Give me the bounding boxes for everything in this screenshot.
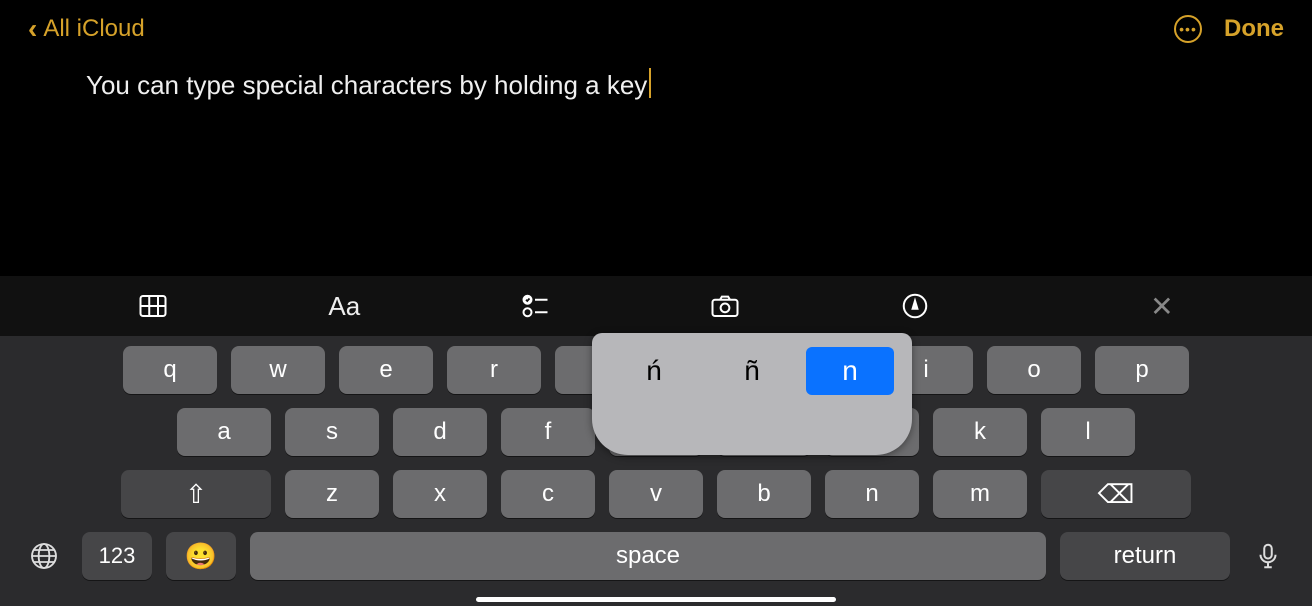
shift-key[interactable]: ⇧ — [121, 470, 271, 518]
key-w[interactable]: w — [231, 346, 325, 394]
key-e[interactable]: e — [339, 346, 433, 394]
emoji-key[interactable]: 😀 — [166, 532, 236, 580]
key-v[interactable]: v — [609, 470, 703, 518]
back-label: All iCloud — [43, 15, 144, 43]
key-l[interactable]: l — [1041, 408, 1135, 456]
key-d[interactable]: d — [393, 408, 487, 456]
globe-icon[interactable] — [20, 532, 68, 580]
numbers-key[interactable]: 123 — [82, 532, 152, 580]
key-m[interactable]: m — [933, 470, 1027, 518]
checklist-icon[interactable] — [520, 286, 550, 326]
key-p[interactable]: p — [1095, 346, 1189, 394]
format-bar: Aa ✕ — [0, 276, 1312, 336]
keyboard: qwertyuiop asdfghjkl ⇧ zxcvbnm ⌫ 123 😀 s… — [0, 336, 1312, 606]
more-icon[interactable]: ••• — [1174, 15, 1202, 43]
key-r[interactable]: r — [447, 346, 541, 394]
text-format-icon[interactable]: Aa — [328, 286, 360, 326]
space-key[interactable]: space — [250, 532, 1046, 580]
key-z[interactable]: z — [285, 470, 379, 518]
note-text: You can type special characters by holdi… — [86, 70, 647, 100]
mic-icon[interactable] — [1244, 532, 1292, 580]
markup-icon[interactable] — [900, 286, 930, 326]
back-button[interactable]: ‹ All iCloud — [28, 15, 145, 43]
key-n[interactable]: n — [825, 470, 919, 518]
key-a[interactable]: a — [177, 408, 271, 456]
key-o[interactable]: o — [987, 346, 1081, 394]
key-f[interactable]: f — [501, 408, 595, 456]
home-indicator[interactable] — [476, 597, 836, 602]
key-k[interactable]: k — [933, 408, 1027, 456]
backspace-key[interactable]: ⌫ — [1041, 470, 1191, 518]
key-s[interactable]: s — [285, 408, 379, 456]
done-button[interactable]: Done — [1224, 15, 1284, 43]
table-icon[interactable] — [138, 286, 168, 326]
key-row-3: ⇧ zxcvbnm ⌫ — [20, 470, 1292, 518]
nav-bar: ‹ All iCloud ••• Done — [0, 0, 1312, 50]
return-key[interactable]: return — [1060, 532, 1230, 580]
key-q[interactable]: q — [123, 346, 217, 394]
accent-popup: ńñn — [592, 333, 912, 455]
key-x[interactable]: x — [393, 470, 487, 518]
close-icon[interactable]: ✕ — [1150, 286, 1173, 326]
key-b[interactable]: b — [717, 470, 811, 518]
note-editor[interactable]: You can type special characters by holdi… — [0, 50, 1312, 260]
accent-option-n[interactable]: n — [806, 347, 894, 395]
key-row-4: 123 😀 space return — [20, 532, 1292, 580]
text-cursor — [649, 68, 651, 98]
key-c[interactable]: c — [501, 470, 595, 518]
accent-option-ń[interactable]: ń — [610, 347, 698, 395]
chevron-left-icon: ‹ — [28, 15, 37, 43]
accent-option-ñ[interactable]: ñ — [708, 347, 796, 395]
camera-icon[interactable] — [710, 286, 740, 326]
